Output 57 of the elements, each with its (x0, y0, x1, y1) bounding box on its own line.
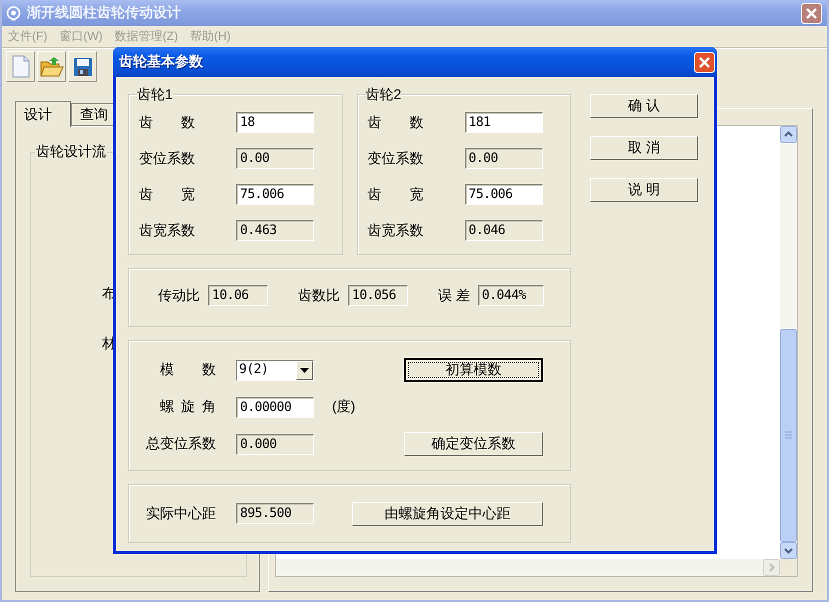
field-label: 螺 旋 角 (160, 398, 216, 416)
readonly-field[interactable]: 0.463 (236, 220, 314, 241)
save-button[interactable] (68, 51, 97, 82)
readonly-field[interactable]: 0.046 (464, 220, 542, 241)
input-field[interactable]: 181 (464, 112, 542, 133)
dropdown-value: 9(2) (238, 360, 270, 378)
field-label: 误 差 (438, 286, 470, 304)
action-button[interactable]: 初算模数 (404, 358, 543, 382)
input-field[interactable]: 18 (236, 112, 314, 133)
field-label: 模 数 (160, 361, 216, 379)
readonly-field[interactable]: 10.056 (348, 285, 408, 306)
input-field[interactable]: 75.006 (236, 184, 314, 205)
field-label: 总变位系数 (146, 435, 216, 453)
readonly-field[interactable]: 10.06 (208, 285, 268, 306)
readonly-field[interactable]: 895.500 (236, 503, 314, 524)
document-icon (12, 55, 30, 78)
scrollbar-corner (780, 559, 797, 576)
field-label: 齿 数 (368, 114, 424, 132)
close-icon[interactable] (694, 52, 715, 72)
readonly-field[interactable]: 0.00 (236, 148, 314, 169)
folder-icon (40, 56, 64, 78)
field-label: 齿 宽 (139, 186, 195, 204)
close-icon[interactable] (801, 2, 822, 24)
readonly-field[interactable]: 0.044% (478, 285, 544, 306)
window-title: 渐开线圆柱齿轮传动设计 (27, 4, 182, 22)
group-title: 齿轮设计流 (35, 143, 107, 161)
readonly-field[interactable]: 0.00 (464, 148, 542, 169)
field-label: 变位系数 (139, 150, 195, 168)
open-button[interactable] (37, 51, 66, 82)
scrollbar-thumb[interactable] (780, 329, 797, 542)
field-label: 传动比 (158, 286, 200, 304)
group-title: 齿轮2 (366, 87, 402, 102)
input-field[interactable]: 75.006 (464, 184, 542, 205)
group-title: 齿轮1 (137, 87, 173, 102)
field-label: 齿 数 (139, 114, 195, 132)
dropdown-arrow-icon (300, 368, 309, 372)
action-button[interactable]: 确定变位系数 (404, 432, 543, 456)
dialog-button[interactable]: 确 认 (590, 94, 698, 118)
app-icon (6, 6, 21, 20)
field-label: 变位系数 (368, 150, 424, 168)
dialog-button[interactable]: 取 消 (590, 136, 698, 160)
scroll-up-icon[interactable] (780, 126, 797, 143)
new-file-button[interactable] (6, 51, 35, 82)
module-dropdown[interactable]: 9(2) (236, 360, 314, 380)
dialog-title: 齿轮基本参数 (119, 53, 203, 71)
field-label: 齿 宽 (368, 186, 424, 204)
scroll-down-icon[interactable] (780, 542, 797, 559)
field-label: 齿宽系数 (139, 222, 195, 240)
field-label: 齿宽系数 (368, 222, 424, 240)
field-label: 实际中心距 (146, 504, 216, 522)
unit-label: (度) (332, 398, 356, 416)
action-button[interactable]: 由螺旋角设定中心距 (352, 502, 543, 526)
readonly-field[interactable]: 0.000 (236, 434, 314, 454)
input-field[interactable]: 0.00000 (236, 396, 314, 418)
dialog-button[interactable]: 说 明 (590, 178, 698, 202)
field-label: 齿数比 (298, 286, 340, 304)
tab[interactable]: 设计 (15, 101, 71, 127)
